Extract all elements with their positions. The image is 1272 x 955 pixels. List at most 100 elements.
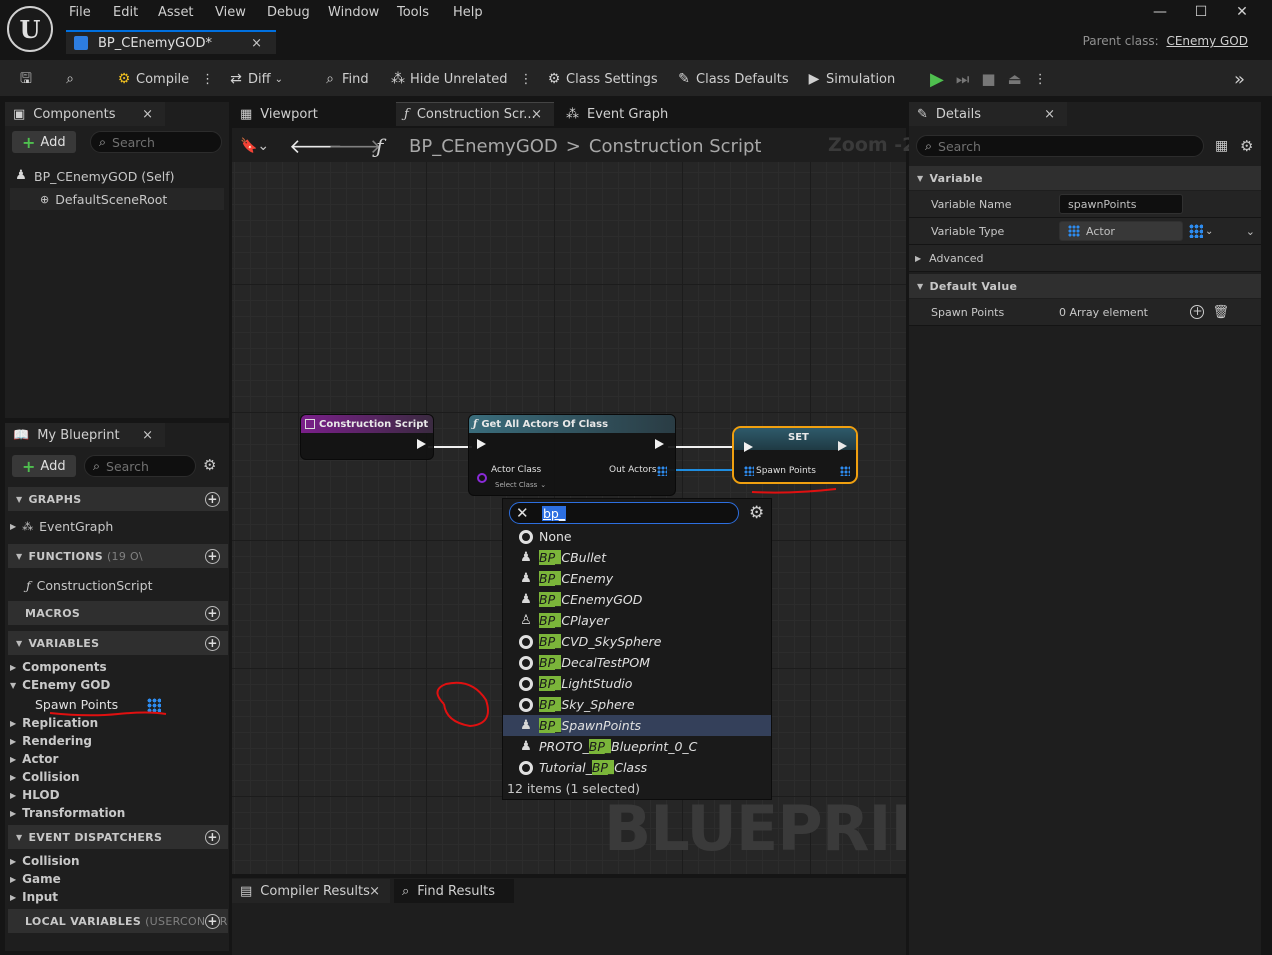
advanced-row[interactable]: ▶ Advanced [909,245,1261,272]
eject-icon[interactable]: ⏏ [1008,70,1022,88]
class-option[interactable]: ♙ BP_CPlayer [503,610,771,631]
browse-button[interactable]: ⌕ [62,70,78,88]
gear-icon[interactable]: ⚙ [749,503,764,523]
menu-file[interactable]: File [69,5,91,20]
var-category-transformation[interactable]: ▶ Transformation [0,804,125,822]
graphs-section[interactable]: ▼ GRAPHS + [8,487,228,511]
bookmark-icon[interactable]: 🔖⌄ [240,138,269,154]
dispatcher-category-input[interactable]: ▶ Input [0,888,58,906]
unreal-logo[interactable]: U [7,6,53,52]
components-search-input[interactable]: ⌕ Search [90,131,222,153]
add-graph-icon[interactable]: + [205,491,220,507]
tab-event-graph[interactable]: ⁂ Event Graph [558,102,718,126]
var-category-collision[interactable]: ▶ Collision [0,768,80,786]
close-window-button[interactable]: ✕ [1232,4,1252,22]
more-vertical-icon[interactable]: ⋮ [1034,72,1047,87]
add-dispatcher-icon[interactable]: + [205,829,220,845]
close-icon[interactable]: × [142,107,153,122]
add-element-icon[interactable]: + [1190,305,1205,319]
close-icon[interactable]: × [369,884,380,899]
class-settings-button[interactable]: ⚙ Class Settings [546,70,658,88]
stop-icon[interactable]: ■ [981,70,995,88]
find-button[interactable]: ⌕ Find [322,70,369,88]
class-option[interactable]: BP_CVD_SkySphere [503,631,771,652]
select-class-combo[interactable]: Select Class ⌄ [495,479,546,491]
tab-compiler-results[interactable]: ▤ Compiler Results × [232,879,390,903]
graph-event-graph[interactable]: ▶ ⁂ EventGraph [10,517,113,535]
local-variables-section[interactable]: LOCAL VARIABLES (USERCONSTRU + [8,909,228,933]
class-option[interactable]: ♟ PROTO_BP_Blueprint_0_C [503,736,771,757]
exec-in-pin[interactable] [477,439,486,449]
details-search-input[interactable]: ⌕ Search [916,135,1204,157]
class-pin[interactable] [477,473,487,483]
close-icon[interactable]: × [142,428,153,443]
exec-out-pin[interactable] [417,439,426,449]
more-vertical-icon[interactable]: ⋮ [520,72,533,87]
var-category-components[interactable]: ▶ Components [0,658,107,676]
diff-button[interactable]: ⇄ Diff ⌄ [228,70,283,88]
component-default-scene-root[interactable]: ⊕ DefaultSceneRoot [10,188,224,210]
class-option[interactable]: BP_DecalTestPOM [503,652,771,673]
var-category-hlod[interactable]: ▶ HLOD [0,786,60,804]
class-option[interactable]: BP_LightStudio [503,673,771,694]
add-member-button[interactable]: + Add [12,455,76,477]
array-pin-icon[interactable] [657,466,667,476]
event-dispatchers-section[interactable]: ▼ EVENT DISPATCHERS + [8,825,228,849]
var-category-rendering[interactable]: ▶ Rendering [0,732,92,750]
chevron-down-icon[interactable]: ⌄ [1205,226,1213,237]
class-option[interactable]: BP_Sky_Sphere [503,694,771,715]
menu-debug[interactable]: Debug [267,5,310,20]
dispatcher-category-collision[interactable]: ▶ Collision [0,852,80,870]
simulation-button[interactable]: ▶ Simulation [806,70,896,88]
node-construction-script[interactable]: Construction Script [300,414,434,460]
gear-icon[interactable]: ⚙ [1240,137,1253,155]
menu-help[interactable]: Help [453,5,483,20]
container-type-icon[interactable] [1189,224,1203,238]
variable-name-field[interactable]: spawnPoints [1059,194,1183,214]
trash-icon[interactable]: 🗑 [1212,305,1229,320]
maximize-button[interactable]: ☐ [1191,4,1211,22]
menu-edit[interactable]: Edit [113,5,138,20]
table-view-icon[interactable]: ▦ [1215,138,1228,154]
array-out-pin-icon[interactable] [840,466,850,476]
macros-section[interactable]: MACROS + [8,601,228,625]
array-pin-icon[interactable] [744,466,754,476]
parent-class-link[interactable]: CEnemy GOD [1166,34,1248,48]
component-self[interactable]: ♟ BP_CEnemyGOD (Self) [14,167,174,185]
close-icon[interactable]: × [1044,107,1055,122]
default-value-section[interactable]: ▼ Default Value [909,274,1261,298]
class-option[interactable]: ♟ BP_CBullet [503,547,771,568]
add-component-button[interactable]: + Add [12,131,76,153]
tab-viewport[interactable]: ▦ Viewport [232,102,392,126]
minimize-button[interactable]: — [1150,4,1170,22]
functions-section[interactable]: ▼ FUNCTIONS (19 O\ + [8,544,228,568]
my-blueprint-tab[interactable]: 📖 My Blueprint × [5,423,165,447]
document-tab[interactable]: BP_CEnemyGOD* × [66,30,276,54]
node-get-all-actors-of-class[interactable]: ƒ Get All Actors Of Class Actor Class Se… [468,414,676,496]
step-icon[interactable]: ⏭ [956,70,970,88]
var-category-replication[interactable]: ▶ Replication [0,714,98,732]
variable-section[interactable]: ▼ Variable [909,166,1261,190]
exec-in-pin[interactable] [744,442,753,452]
var-category-cenemy-god[interactable]: ▼ CEnemy GOD [0,676,110,694]
menu-asset[interactable]: Asset [158,5,194,20]
function-construction-script[interactable]: ƒ ConstructionScript [26,576,153,594]
var-category-actor[interactable]: ▶ Actor [0,750,58,768]
forward-arrow-icon[interactable]: 🡒 [328,134,382,158]
add-macro-icon[interactable]: + [205,605,220,621]
close-icon[interactable]: × [251,36,262,51]
play-icon[interactable]: ▶ [930,69,944,90]
tab-find-results[interactable]: ⌕ Find Results [394,879,514,903]
hide-unrelated-button[interactable]: ⁂ Hide Unrelated ⋮ [390,70,533,88]
class-option[interactable]: ♟ BP_CEnemy [503,568,771,589]
class-option[interactable]: None [503,526,771,547]
variable-type-combo[interactable]: Actor ⌄ [1059,221,1255,241]
my-blueprint-search-input[interactable]: ⌕ Search [84,455,196,477]
save-button[interactable]: 🖫 [18,70,34,88]
node-set[interactable]: SET Spawn Points [732,426,858,484]
exec-out-pin[interactable] [655,439,664,449]
menu-tools[interactable]: Tools [397,5,429,20]
class-option[interactable]: ♟ BP_SpawnPoints [503,715,771,736]
class-defaults-button[interactable]: ✎ Class Defaults [676,70,788,88]
class-option[interactable]: ♟ BP_CEnemyGOD [503,589,771,610]
